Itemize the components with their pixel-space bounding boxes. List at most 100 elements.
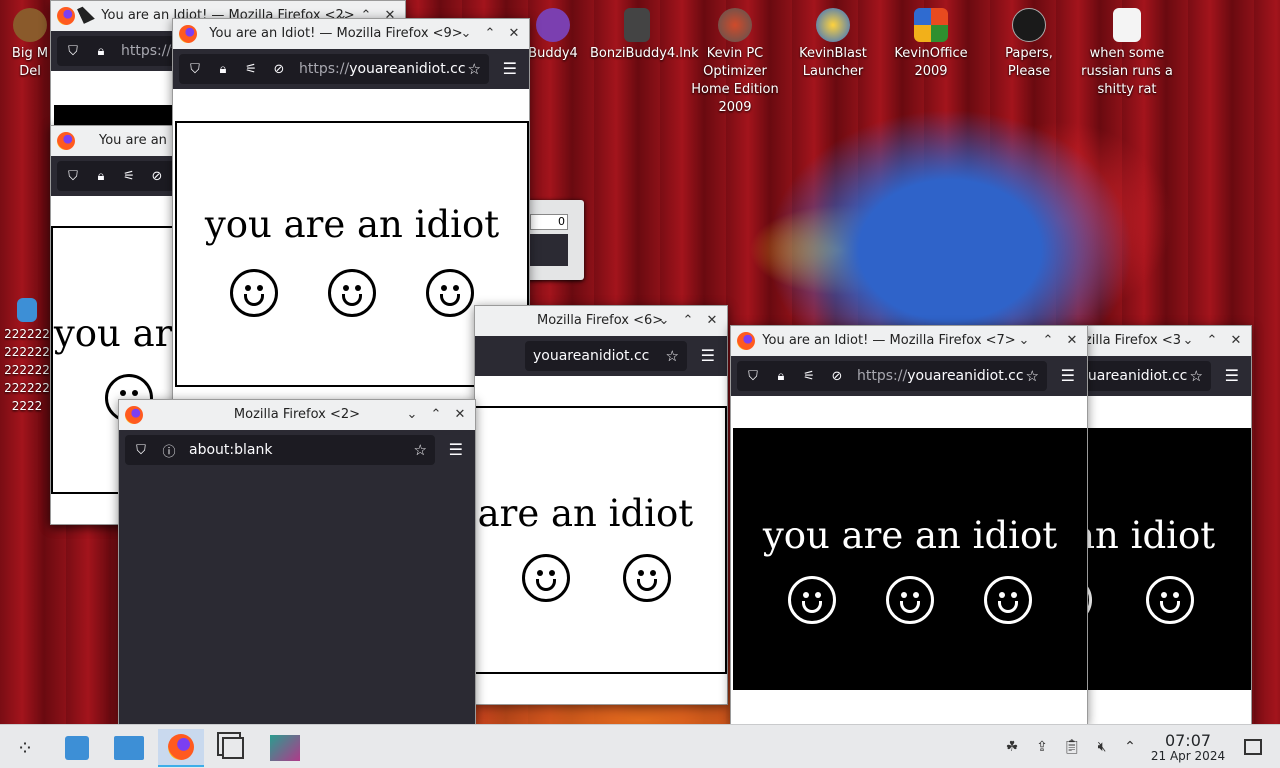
maximize-icon[interactable]: ⌃ [1039,331,1057,349]
papers-icon [1012,8,1046,42]
desktop-icon-kevinoffice[interactable]: KevinOffice 2009 [884,8,978,81]
bonzi-icon [536,8,570,42]
calculator-widget[interactable]: 0 [526,200,584,280]
maximize-icon[interactable]: ⌃ [1203,331,1221,349]
url-scheme: https:// [299,61,350,77]
lock-icon[interactable]: 🔒︎ [215,61,231,77]
firefox-window-blank[interactable]: Mozilla Firefox <2> ⌄ ⌃ ✕ ⛉ ⓘ about:blank … [118,399,476,724]
desktop-icon-file[interactable]: 2222222222222222222222222222 [4,298,50,415]
close-icon[interactable]: ✕ [505,24,523,42]
shield-icon[interactable]: ⛉ [745,368,761,384]
discover-store-button[interactable] [54,729,100,767]
permissions-icon[interactable]: ⚟ [801,368,817,384]
chevron-down-icon[interactable]: ⌄ [1015,331,1033,349]
bookmark-star-icon[interactable]: ☆ [1190,367,1203,385]
desktop-icon-kevinblast[interactable]: KevinBlast Launcher [786,8,880,81]
firefox-taskbar-button[interactable] [158,729,204,767]
shield-icon[interactable]: ⛉ [187,61,203,77]
maximize-icon[interactable]: ⌃ [427,405,445,423]
chevron-down-icon[interactable]: ⌄ [403,405,421,423]
chevron-up-icon[interactable]: ⌃ [1120,737,1140,757]
close-icon[interactable]: ✕ [1063,331,1081,349]
tracking-blocked-icon[interactable]: ⊘ [271,61,287,77]
desktop-icon-label: when some russian runs a shitty rat [1081,46,1173,97]
page-content: you are an idiot [475,376,727,704]
desktop-icon-label: Kevin PC Optimizer Home Edition 2009 [691,46,779,115]
permissions-icon[interactable]: ⚟ [121,168,137,184]
close-icon[interactable]: ✕ [451,405,469,423]
tracking-blocked-icon[interactable]: ⊘ [829,368,845,384]
app-launcher-button[interactable]: ⁘ [2,729,48,767]
firefox-window-3[interactable]: Mozilla Firefox <3> ⌄⌃✕ youareanidiot.cc… [1070,325,1252,724]
maximize-icon[interactable]: ⌃ [679,311,697,329]
lock-icon[interactable]: 🔒︎ [93,168,109,184]
update-notifier-icon[interactable]: ☘ [1002,737,1022,757]
calculator-keys[interactable] [530,234,568,266]
smiley-icon [426,269,474,317]
close-icon[interactable]: ✕ [1227,331,1245,349]
window-titlebar[interactable]: You are an Idiot! — Mozilla Firefox <7> … [731,326,1087,356]
url-input[interactable]: youareanidiot.cc ☆ [525,341,687,371]
window-titlebar[interactable]: You are an Idiot! — Mozilla Firefox <9> … [173,19,529,49]
clipboard-icon[interactable]: 📋︎ [1062,737,1082,757]
folder-icon [114,736,144,760]
window-titlebar[interactable]: Mozilla Firefox <2> ⌄ ⌃ ✕ [119,400,475,430]
smiley-icon [788,576,836,624]
url-input[interactable]: ⛉ 🔒︎ ⚟ ⊘ https://youareanidiot.cc ☆ [179,54,489,84]
hamburger-menu-icon[interactable]: ☰ [701,346,715,365]
url-scheme: https:// [121,43,172,59]
desktop-icon-papers-please[interactable]: Papers, Please [982,8,1076,81]
clock-date: 21 Apr 2024 [1150,749,1226,763]
shield-icon[interactable]: ⛉ [133,442,149,458]
lock-icon[interactable]: 🔒︎ [93,43,109,59]
file-manager-button[interactable] [106,729,152,767]
hamburger-menu-icon[interactable]: ☰ [449,440,463,459]
desktop-icon-label: BonziBuddy4.lnk [590,46,699,61]
smiley-icon [886,576,934,624]
permissions-icon[interactable]: ⚟ [243,61,259,77]
page-content: you are an idiot [1071,396,1251,724]
chevron-down-icon[interactable]: ⌄ [655,311,673,329]
idiot-text: you are an idiot [204,203,500,246]
digital-clock[interactable]: 07:07 21 Apr 2024 [1146,732,1230,763]
firefox-window-7[interactable]: You are an Idiot! — Mozilla Firefox <7> … [730,325,1088,724]
volume-muted-icon[interactable]: 🔇︎ [1092,737,1112,757]
window-titlebar[interactable]: Mozilla Firefox <6> ⌄ ⌃ ✕ [475,306,727,336]
url-scheme: https:// [857,368,908,384]
firefox-window-6[interactable]: Mozilla Firefox <6> ⌄ ⌃ ✕ youareanidiot.cc… [474,305,728,705]
chevron-down-icon[interactable]: ⌄ [457,24,475,42]
bookmark-star-icon[interactable]: ☆ [468,60,481,78]
tracking-blocked-icon[interactable]: ⊘ [149,168,165,184]
url-toolbar: ⛉ 🔒︎ ⚟ ⊘ https://youareanidiot.cc ☆ ☰ [173,49,529,89]
url-input[interactable]: ⛉ 🔒︎ ⚟ ⊘ https://youareanidiot.cc ☆ [737,361,1047,391]
url-toolbar: youareanidiot.cc ☆ ☰ [475,336,727,376]
url-text: youareanidiot.cc [1071,368,1188,384]
shield-icon[interactable]: ⛉ [65,168,81,184]
chevron-down-icon[interactable]: ⌄ [1179,331,1197,349]
url-text: youareanidiot.cc [533,348,650,364]
close-icon[interactable]: ✕ [703,311,721,329]
bookmark-star-icon[interactable]: ☆ [414,441,427,459]
desktop-icon-bonzi-lnk[interactable]: BonziBuddy4.lnk [590,8,699,63]
hamburger-menu-icon[interactable]: ☰ [1061,366,1075,385]
url-input[interactable]: ⛉ ⓘ about:blank ☆ [125,435,435,465]
bookmark-star-icon[interactable]: ☆ [1026,367,1039,385]
desktop-icon-video[interactable]: when some russian runs a shitty rat [1080,8,1174,99]
window-titlebar[interactable]: Mozilla Firefox <3> ⌄⌃✕ [1071,326,1251,356]
network-upload-icon[interactable]: ⇪ [1032,737,1052,757]
url-input[interactable]: youareanidiot.cc ☆ [1071,361,1211,391]
shield-icon[interactable]: ⛉ [65,43,81,59]
firefox-icon [57,132,75,150]
desktop-icon-kevin-optimizer[interactable]: Kevin PC Optimizer Home Edition 2009 [688,8,782,117]
bookmark-star-icon[interactable]: ☆ [666,347,679,365]
hamburger-menu-icon[interactable]: ☰ [1225,366,1239,385]
kde-app-button[interactable] [262,729,308,767]
calculator-display: 0 [530,214,568,230]
hamburger-menu-icon[interactable]: ☰ [503,59,517,78]
show-desktop-icon[interactable] [1244,739,1262,755]
lock-icon[interactable]: 🔒︎ [773,368,789,384]
window-switcher-button[interactable] [210,729,256,767]
idiot-frame: you are an idiot [1071,428,1251,690]
info-icon[interactable]: ⓘ [161,442,177,460]
maximize-icon[interactable]: ⌃ [481,24,499,42]
